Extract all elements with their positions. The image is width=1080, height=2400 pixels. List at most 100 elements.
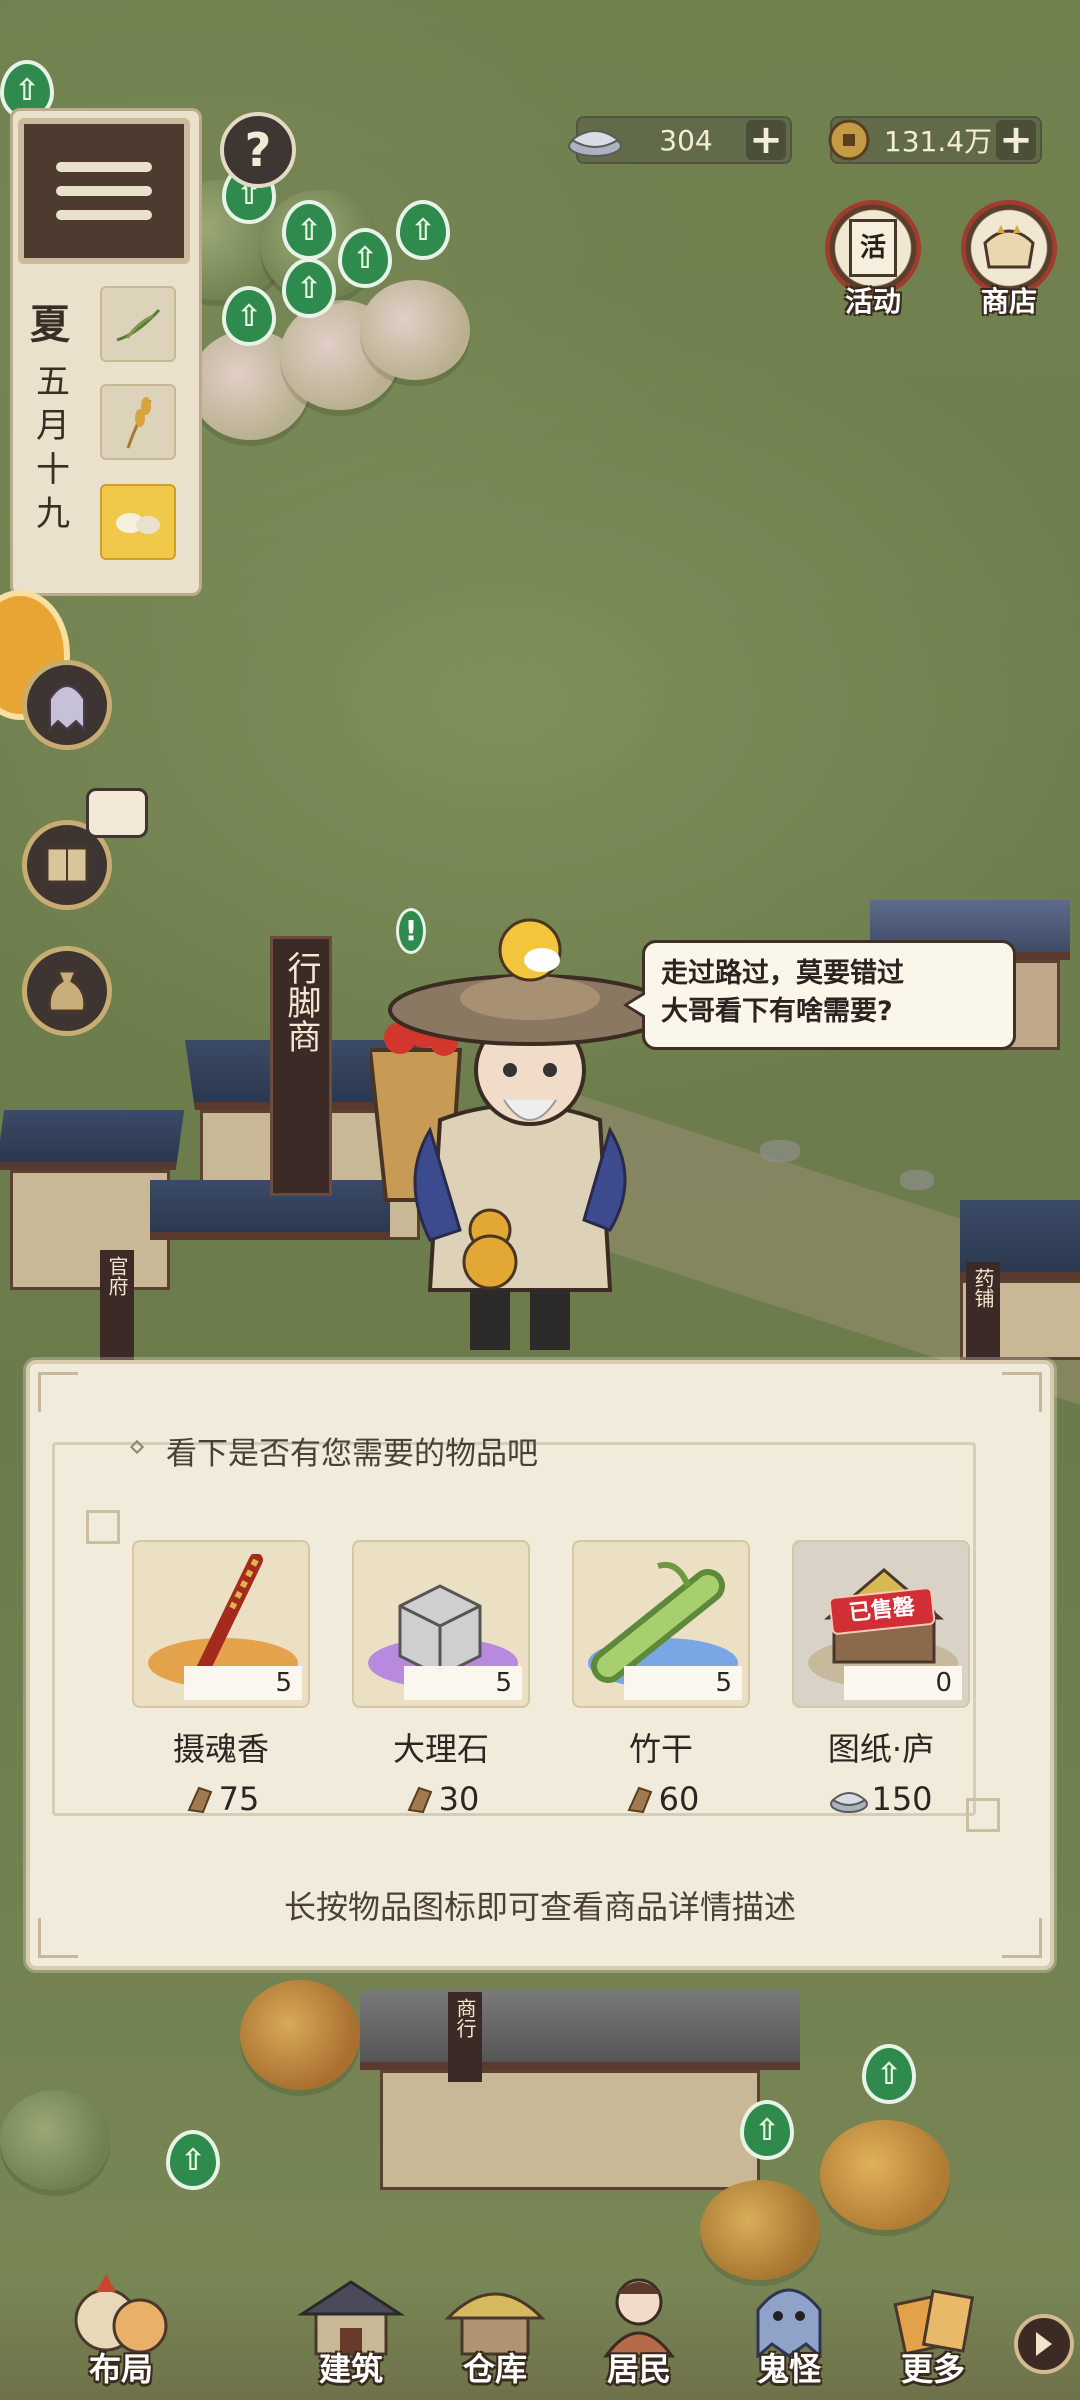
nav-ghosts[interactable]: 鬼怪	[724, 2270, 854, 2400]
sack-icon	[47, 969, 87, 1013]
item-price-value: 75	[218, 1780, 260, 1818]
blossom-tree	[360, 280, 470, 380]
npc-speech-bubble: 走过路过，莫要错过 大哥看下有啥需要?	[623, 940, 1016, 1050]
menu-line-icon	[56, 186, 152, 196]
activity-label: 活动	[844, 285, 901, 318]
shop-item[interactable]: 已售罄 0 图纸·庐 150	[792, 1540, 970, 1818]
item-price-value: 60	[658, 1780, 700, 1818]
upgrade-arrow-icon[interactable]: ⇧	[222, 286, 276, 346]
coin-amount: 131.4万	[883, 125, 993, 158]
item-name: 摄魂香	[172, 1730, 269, 1768]
shop-item[interactable]: 5 竹干 60	[572, 1540, 750, 1818]
nav-building[interactable]: 建筑	[286, 2270, 416, 2400]
map-label-shanghang[interactable]: 商行	[448, 1992, 482, 2082]
item-tile[interactable]: 5	[132, 1540, 310, 1708]
upgrade-arrow-icon[interactable]: ⇧	[862, 2044, 916, 2104]
shop-button[interactable]: 商店	[954, 200, 1064, 320]
bottom-navigation: 布局 建筑 仓库 居民 鬼怪 更多	[0, 2220, 1080, 2400]
upgrade-arrow-icon[interactable]: ⇧	[338, 228, 392, 288]
item-quantity: 5	[624, 1666, 742, 1700]
nav-more[interactable]: 更多	[868, 2270, 998, 2400]
menu-line-icon	[56, 210, 152, 220]
npc-name-banner: 行脚商	[270, 936, 332, 1196]
item-price: 30	[352, 1780, 530, 1818]
wheat-icon	[126, 397, 152, 449]
frame-ornament	[86, 1510, 120, 1544]
item-price-value: 30	[438, 1780, 480, 1818]
building-wall	[10, 1170, 170, 1290]
chat-bubble-icon	[86, 788, 148, 838]
sack-button[interactable]	[22, 946, 112, 1036]
item-quantity: 0	[844, 1666, 962, 1700]
silver-ingot-icon	[564, 112, 626, 168]
upgrade-arrow-icon[interactable]: ⇧	[740, 2100, 794, 2160]
date-label: 五 月 十 九	[36, 360, 76, 536]
cotton-icon	[116, 513, 160, 534]
date-char: 十	[36, 450, 70, 490]
speech-line: 走过路过，莫要错过	[661, 958, 904, 989]
date-char: 月	[36, 406, 70, 446]
ghost-icon	[49, 685, 85, 732]
silver-ingot-icon	[830, 1792, 869, 1813]
item-price: 75	[132, 1780, 310, 1818]
building-roof	[0, 1110, 185, 1170]
nav-residents[interactable]: 居民	[574, 2270, 704, 2400]
add-coin-button[interactable]: +	[996, 120, 1036, 160]
nav-layout[interactable]: 布局	[56, 2270, 186, 2400]
silver-currency-bar: 304 +	[568, 116, 792, 164]
trading-house-wall	[380, 2070, 760, 2190]
item-tile[interactable]: 已售罄 0	[792, 1540, 970, 1708]
activity-button[interactable]: 活 活动	[818, 200, 928, 320]
shop-label: 商店	[980, 285, 1037, 318]
autumn-tree	[240, 1980, 360, 2090]
activity-glyph: 活	[849, 219, 897, 277]
copper-coin-icon	[407, 1786, 432, 1814]
item-price: 150	[792, 1780, 970, 1818]
nav-warehouse[interactable]: 仓库	[430, 2270, 560, 2400]
item-name: 图纸·庐	[827, 1730, 935, 1768]
item-name: 竹干	[628, 1730, 693, 1768]
ghost-visitor-button[interactable]	[22, 660, 112, 750]
trading-house-roof	[360, 1990, 800, 2070]
shop-item[interactable]: 5 摄魂香 75	[132, 1540, 310, 1818]
upgrade-arrow-icon[interactable]: ⇧	[396, 200, 450, 260]
coin-currency-bar: 131.4万 +	[828, 116, 1042, 164]
peddler-sprite	[367, 918, 672, 1350]
upgrade-arrow-icon[interactable]: ⇧	[282, 258, 336, 318]
silver-amount: 304	[659, 123, 713, 157]
date-char: 九	[36, 494, 70, 534]
menu-line-icon	[56, 162, 152, 172]
frame-ornament	[966, 1798, 1000, 1832]
item-quantity: 5	[404, 1666, 522, 1700]
item-name: 大理石	[392, 1730, 489, 1768]
crop-slot-cotton[interactable]	[100, 484, 176, 560]
corner-ornament	[1002, 1372, 1042, 1412]
tree	[0, 2090, 110, 2190]
item-tile[interactable]: 5	[572, 1540, 750, 1708]
upgrade-arrow-icon[interactable]: ⇧	[166, 2130, 220, 2190]
shop-hint-text: 长按物品图标即可查看商品详情描述	[283, 1888, 796, 1926]
help-button[interactable]: ?	[220, 112, 296, 188]
map-label-guanfu[interactable]: 官府	[100, 1250, 134, 1360]
item-price: 60	[572, 1780, 750, 1818]
chevron-right-icon	[1036, 2332, 1052, 2356]
season-label: 夏	[30, 302, 70, 348]
map-label-yaopu[interactable]: 药铺	[966, 1262, 1000, 1362]
nav-expand-button[interactable]	[1014, 2314, 1074, 2374]
upgrade-arrow-icon[interactable]: ⇧	[282, 200, 336, 260]
map-label-text: 官府	[105, 1256, 129, 1296]
item-quantity: 5	[184, 1666, 302, 1700]
map-label-text: 商行	[453, 1998, 477, 2038]
crop-slot-wheat[interactable]	[100, 384, 176, 460]
npc-name: 行脚商	[281, 951, 321, 1053]
map-label-text: 药铺	[971, 1268, 995, 1308]
stone	[760, 1140, 800, 1162]
shop-title: 看下是否有您需要的物品吧	[166, 1436, 538, 1472]
peddler-character[interactable]	[367, 900, 672, 1370]
add-silver-button[interactable]: +	[746, 120, 786, 160]
copper-coin-icon	[818, 112, 880, 168]
main-menu-button[interactable]	[18, 118, 190, 264]
item-tile[interactable]: 5	[352, 1540, 530, 1708]
shop-item[interactable]: 5 大理石 30	[352, 1540, 530, 1818]
crop-slot-seedling[interactable]	[100, 286, 176, 362]
